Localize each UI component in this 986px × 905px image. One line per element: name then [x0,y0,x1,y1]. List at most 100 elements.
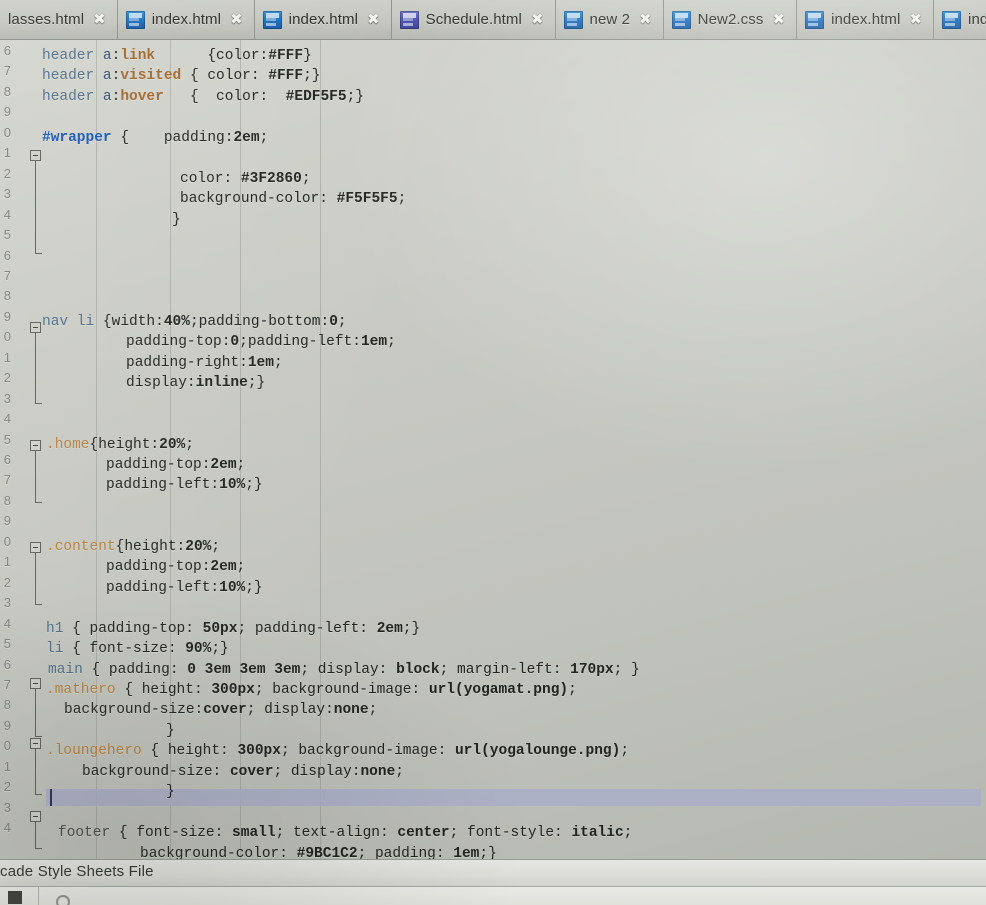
code-token: a [102,88,112,105]
tab-close-icon[interactable]: ✖ [637,11,654,28]
editor-tab[interactable]: index.html ✖ [797,0,935,39]
cortana-circle-icon[interactable] [56,895,70,905]
editor-tab-label: lasses.html [8,11,85,28]
editor-tab[interactable]: index.html ✖ [117,0,255,39]
code-text[interactable]: header a:link {color:#FFF} header a:visit… [0,39,986,859]
code-line[interactable]: } [166,721,175,741]
editor-tab[interactable]: new 2 ✖ [555,0,664,39]
code-line[interactable]: background-color: #F5F5F5; [180,189,406,209]
code-line[interactable]: } [172,210,181,230]
taskbar[interactable] [0,886,986,905]
code-token: 2em [210,457,237,473]
code-line[interactable]: color: #3F2860; [180,169,311,189]
code-token: ; [273,354,283,371]
code-line[interactable]: li { font-size: 90%;} [46,639,229,659]
start-button-icon[interactable] [8,891,22,904]
code-token: .loungehero [46,743,142,760]
code-token: cover [229,763,274,780]
code-token: ; [387,334,396,351]
code-token: padding-left: [106,477,220,494]
code-token: { height: [141,743,238,760]
code-token: ; [337,313,347,330]
code-line[interactable]: h1 { padding-top: 50px; padding-left: 2e… [46,619,420,639]
code-token: 1em [453,845,480,859]
code-token: ;} [247,375,266,392]
code-line[interactable]: header a:link {color:#FFF} [42,46,312,66]
tab-close-icon[interactable]: ✖ [91,11,108,28]
code-token: 2em [210,559,237,576]
tab-close-icon[interactable]: ✖ [907,11,924,28]
editor-tab-label: inde [968,11,986,28]
code-line[interactable]: padding-top:0;padding-left:1em; [126,332,396,352]
editor-tab[interactable]: index.html ✖ [254,0,392,39]
code-token: inline [195,375,248,392]
document-icon [942,10,962,29]
code-line[interactable]: .home{height:20%; [46,435,194,455]
code-line[interactable]: #wrapper { padding:2em; [42,128,268,148]
code-editor-area[interactable]: 678901234567890123456789012345678901234 … [0,39,986,859]
code-line[interactable]: .mathero { height: 300px; background-ima… [46,680,577,700]
code-token: 1em [360,334,388,351]
code-token: ; [620,743,630,760]
code-line[interactable]: padding-left:10%;} [106,578,263,598]
code-token: 2em [376,620,403,637]
editor-tab[interactable]: Schedule.html ✖ [391,0,556,39]
editor-tab-label: Schedule.html [425,11,522,28]
code-token: ; [301,170,311,187]
code-line[interactable]: footer { font-size: small; text-align: c… [58,823,632,843]
code-line[interactable]: header a:hover { color: #EDF5F5;} [42,87,364,107]
tab-close-icon[interactable]: ✖ [770,11,787,28]
code-token: a [102,68,112,85]
code-line[interactable]: padding-right:1em; [126,353,283,373]
code-line[interactable]: main { padding: 0 3em 3em 3em; display: … [48,660,640,680]
code-token: padding-top: [106,457,211,473]
code-token: #F5F5F5 [336,191,398,208]
code-token: background-color: [140,845,297,859]
code-token: ; [397,191,407,208]
code-token: none [333,702,369,719]
code-line[interactable]: } [166,782,175,802]
code-line[interactable]: .content{height:20%; [46,537,220,557]
code-token: } [172,211,181,228]
code-token: url(yogalounge.png) [454,743,621,760]
code-token: 0 3em 3em 3em [187,661,301,678]
code-token: ; [568,681,577,698]
tab-close-icon[interactable]: ✖ [365,11,382,28]
code-token: 10% [219,477,246,494]
code-token: 300px [237,743,281,760]
code-token: { padding: [111,129,234,146]
editor-tab[interactable]: New2.css ✖ [663,0,798,39]
code-line[interactable]: background-size:cover; display:none; [64,700,377,720]
code-token: ;} [479,845,497,859]
code-line[interactable]: header a:visited { color: #FFF;} [42,66,320,86]
code-token: block [396,661,440,678]
code-token: 20% [159,436,186,453]
tab-close-icon[interactable]: ✖ [529,11,546,28]
code-line[interactable]: padding-top:2em; [106,557,245,577]
code-token: } [166,784,175,801]
code-token: 300px [211,681,255,698]
code-token: { height: [115,681,212,698]
code-line[interactable]: background-size: cover; display:none; [82,762,404,782]
code-token: ; } [613,661,640,678]
code-token: none [360,763,396,780]
editor-tab-bar[interactable]: lasses.html ✖ index.html ✖ index.html ✖ Schedu… [0,0,986,40]
code-line[interactable]: padding-left:10%;} [106,475,263,495]
code-token: 2em [233,129,260,146]
tab-close-icon[interactable]: ✖ [228,11,245,28]
code-line[interactable]: .loungehero { height: 300px; background-… [46,741,629,761]
code-line[interactable]: padding-top:2em; [106,455,245,475]
document-icon [399,10,419,29]
code-token: { font-size: [63,641,186,658]
code-line[interactable]: display:inline;} [126,373,265,393]
taskbar-divider [38,887,39,905]
code-line[interactable]: background-color: #9BC1C2; padding: 1em;… [140,844,497,859]
editor-tab[interactable]: inde [934,0,986,39]
editor-screen: lasses.html ✖ index.html ✖ index.html ✖ Schedu… [0,0,986,905]
code-token: } [303,48,312,64]
code-token: h1 [46,620,64,637]
code-line[interactable]: nav li {width:40%;padding-bottom:0; [42,312,347,332]
editor-tab[interactable]: lasses.html ✖ [0,0,118,39]
code-token: display: [126,375,196,392]
code-token: ;} [303,68,321,85]
